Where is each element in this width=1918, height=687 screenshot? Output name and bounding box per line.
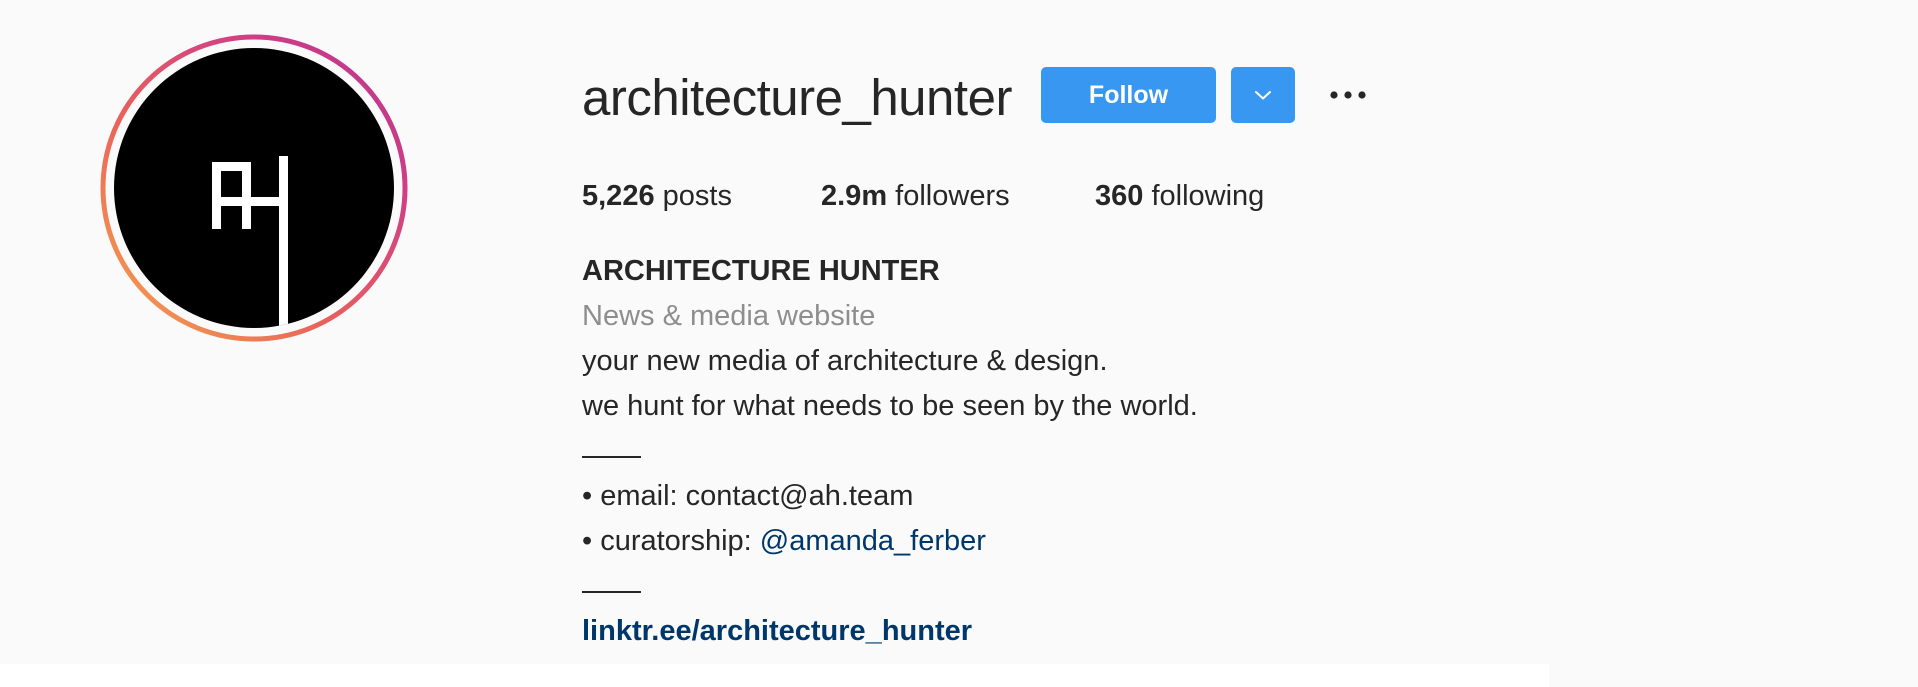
posts-label: posts: [662, 180, 732, 212]
following-label: following: [1151, 180, 1265, 212]
bio-line-1: your new media of architecture & design.: [582, 345, 1108, 377]
suggested-dropdown-button[interactable]: [1231, 67, 1295, 123]
bio-website-link[interactable]: linktr.ee/architecture_hunter: [582, 609, 1198, 654]
more-options-button[interactable]: [1326, 78, 1370, 112]
avatar[interactable]: [100, 34, 408, 342]
chevron-down-icon: [1255, 90, 1271, 99]
following-count: 360: [1095, 180, 1144, 212]
curator-mention-link[interactable]: @amanda_ferber: [760, 525, 986, 557]
bio-divider: [582, 564, 1198, 609]
stat-posts: 5,226 posts: [582, 176, 732, 216]
posts-count: 5,226: [582, 180, 655, 212]
more-options-icon: [1330, 91, 1366, 99]
profile-username: architecture_hunter: [582, 69, 1012, 126]
page-bottom-strip: [0, 664, 1549, 687]
follow-button[interactable]: Follow: [1041, 67, 1216, 123]
profile-bio: ARCHITECTURE HUNTER News & media website…: [582, 249, 1198, 654]
bio-curator-line: • curatorship: @amanda_ferber: [582, 519, 1198, 564]
bio-line-2: we hunt for what needs to be seen by the…: [582, 390, 1198, 422]
email-value: contact@ah.team: [685, 480, 914, 512]
bio-divider: [582, 429, 1198, 474]
stat-followers[interactable]: 2.9m followers: [821, 176, 1010, 216]
profile-category: News & media website: [582, 300, 876, 332]
followers-count: 2.9m: [821, 180, 888, 212]
email-prefix: • email:: [582, 480, 686, 512]
profile-full-name: ARCHITECTURE HUNTER: [582, 255, 940, 287]
bio-email-line: • email: contact@ah.team: [582, 474, 1198, 519]
followers-label: followers: [895, 180, 1010, 212]
stat-following[interactable]: 360 following: [1095, 176, 1264, 216]
curator-prefix: • curatorship:: [582, 525, 760, 557]
